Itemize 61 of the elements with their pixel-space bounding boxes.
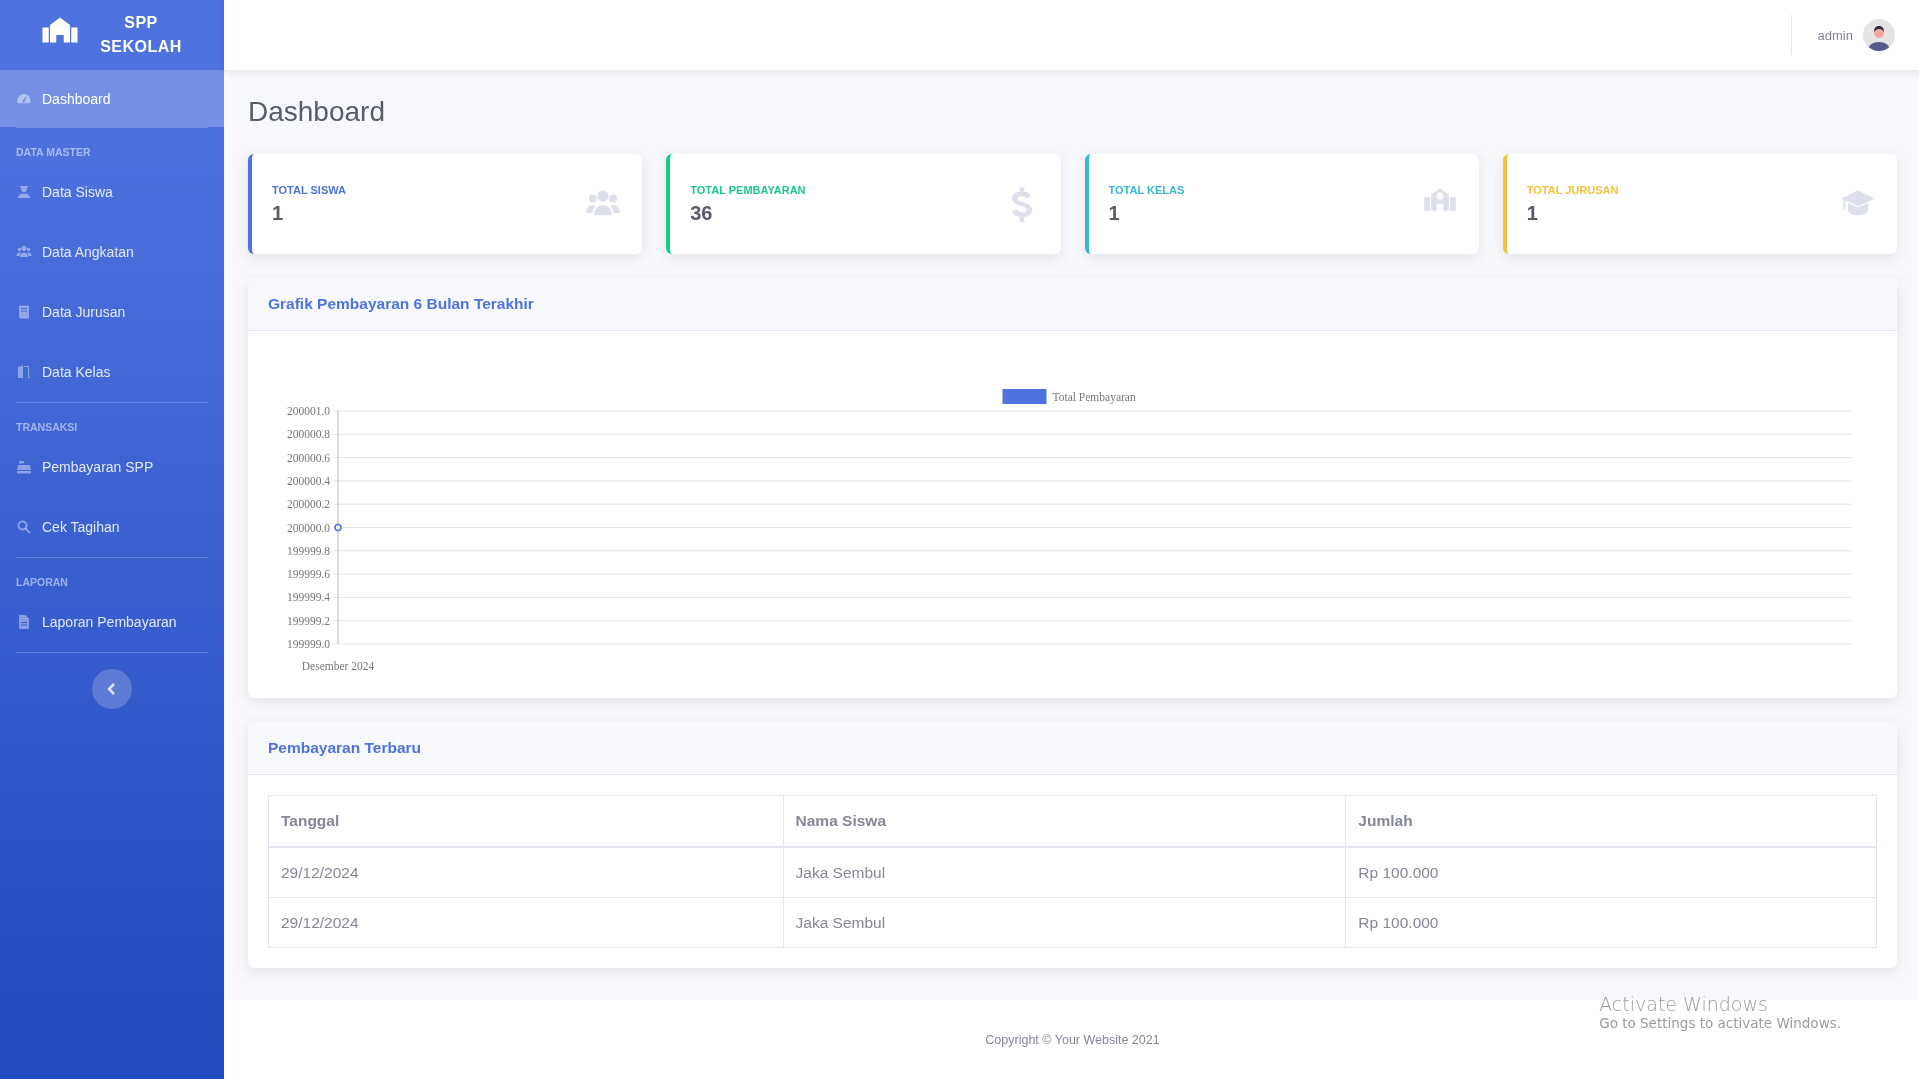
stat-label: TOTAL KELAS — [1108, 183, 1185, 196]
table-cell: Jaka Sembul — [783, 897, 1346, 948]
x-tick-label: Desember 2024 — [301, 660, 375, 672]
activation-hint: Go to Settings to activate Windows. — [1599, 1015, 1841, 1031]
section-heading: LAPORAN — [15, 575, 69, 590]
table-cell: 29/12/2024 — [268, 897, 784, 948]
stat-value: 36 — [690, 201, 714, 225]
door-icon — [16, 364, 32, 380]
stat-value: 1 — [1526, 201, 1539, 225]
nav-item[interactable]: Dashboard — [0, 70, 224, 127]
nav-item[interactable]: Data Kelas — [0, 342, 224, 402]
cash-register-icon — [16, 459, 32, 475]
data-point — [334, 523, 342, 532]
section-heading: TRANSAKSI — [15, 420, 79, 435]
stat-label: TOTAL SISWA — [272, 183, 346, 196]
file-icon — [16, 614, 32, 630]
y-tick-label: 200000.0 — [286, 521, 330, 534]
card-title: Pembayaran Terbaru — [268, 739, 422, 757]
avatar-icon[interactable] — [1863, 19, 1895, 51]
y-tick-label: 199999.8 — [286, 544, 330, 557]
sidebar-toggle-button[interactable] — [92, 669, 132, 709]
column-header: Tanggal — [268, 795, 784, 847]
y-tick-label: 200001.0 — [286, 405, 330, 417]
y-tick-label: 199999.6 — [286, 568, 330, 581]
card-title: Grafik Pembayaran 6 Bulan Terakhir — [268, 295, 534, 313]
legend-swatch — [1002, 389, 1047, 404]
stat-label: TOTAL PEMBAYARAN — [690, 183, 806, 196]
user-name[interactable]: admin — [1817, 27, 1853, 43]
nav-item[interactable]: Data Jurusan — [0, 282, 224, 342]
table-cell: Jaka Sembul — [783, 847, 1346, 898]
y-tick-label: 200000.6 — [286, 451, 330, 464]
copyright-text: Copyright © Your Website 2021 — [985, 1032, 1160, 1047]
section-heading: DATA MASTER — [15, 145, 92, 160]
y-tick-label: 199999.2 — [286, 614, 330, 627]
nav-item[interactable]: Pembayaran SPP — [0, 437, 224, 497]
nav-item[interactable]: Cek Tagihan — [0, 497, 224, 557]
student-icon — [16, 184, 32, 200]
stat-label: TOTAL JURUSAN — [1526, 183, 1619, 196]
stat-value: 1 — [272, 201, 285, 225]
nav-item[interactable]: Data Siswa — [0, 162, 224, 222]
users-icon — [16, 244, 32, 260]
y-tick-label: 200000.2 — [286, 498, 330, 511]
table-cell: 29/12/2024 — [268, 847, 784, 898]
chevron-left-icon — [107, 683, 117, 695]
nav-item[interactable]: Data Angkatan — [0, 222, 224, 282]
activation-title: Activate Windows — [1599, 993, 1769, 1015]
column-header: Jumlah — [1345, 795, 1877, 847]
page-title: Dashboard — [248, 96, 386, 128]
table-cell: Rp 100.000 — [1345, 847, 1877, 898]
legend-label: Total Pembayaran — [1052, 391, 1136, 403]
y-tick-label: 199999.4 — [286, 591, 330, 604]
search-icon — [16, 519, 32, 535]
table-cell: Rp 100.000 — [1345, 897, 1877, 948]
nav-item[interactable]: Laporan Pembayaran — [0, 592, 224, 652]
y-tick-label: 200000.4 — [286, 474, 330, 487]
y-tick-label: 199999.0 — [286, 638, 330, 650]
brand-name: SPP SEKOLAH — [99, 13, 183, 57]
book-icon — [16, 304, 32, 320]
column-header: Nama Siswa — [783, 795, 1346, 847]
stat-value: 1 — [1108, 201, 1121, 225]
y-tick-label: 200000.8 — [286, 428, 330, 441]
